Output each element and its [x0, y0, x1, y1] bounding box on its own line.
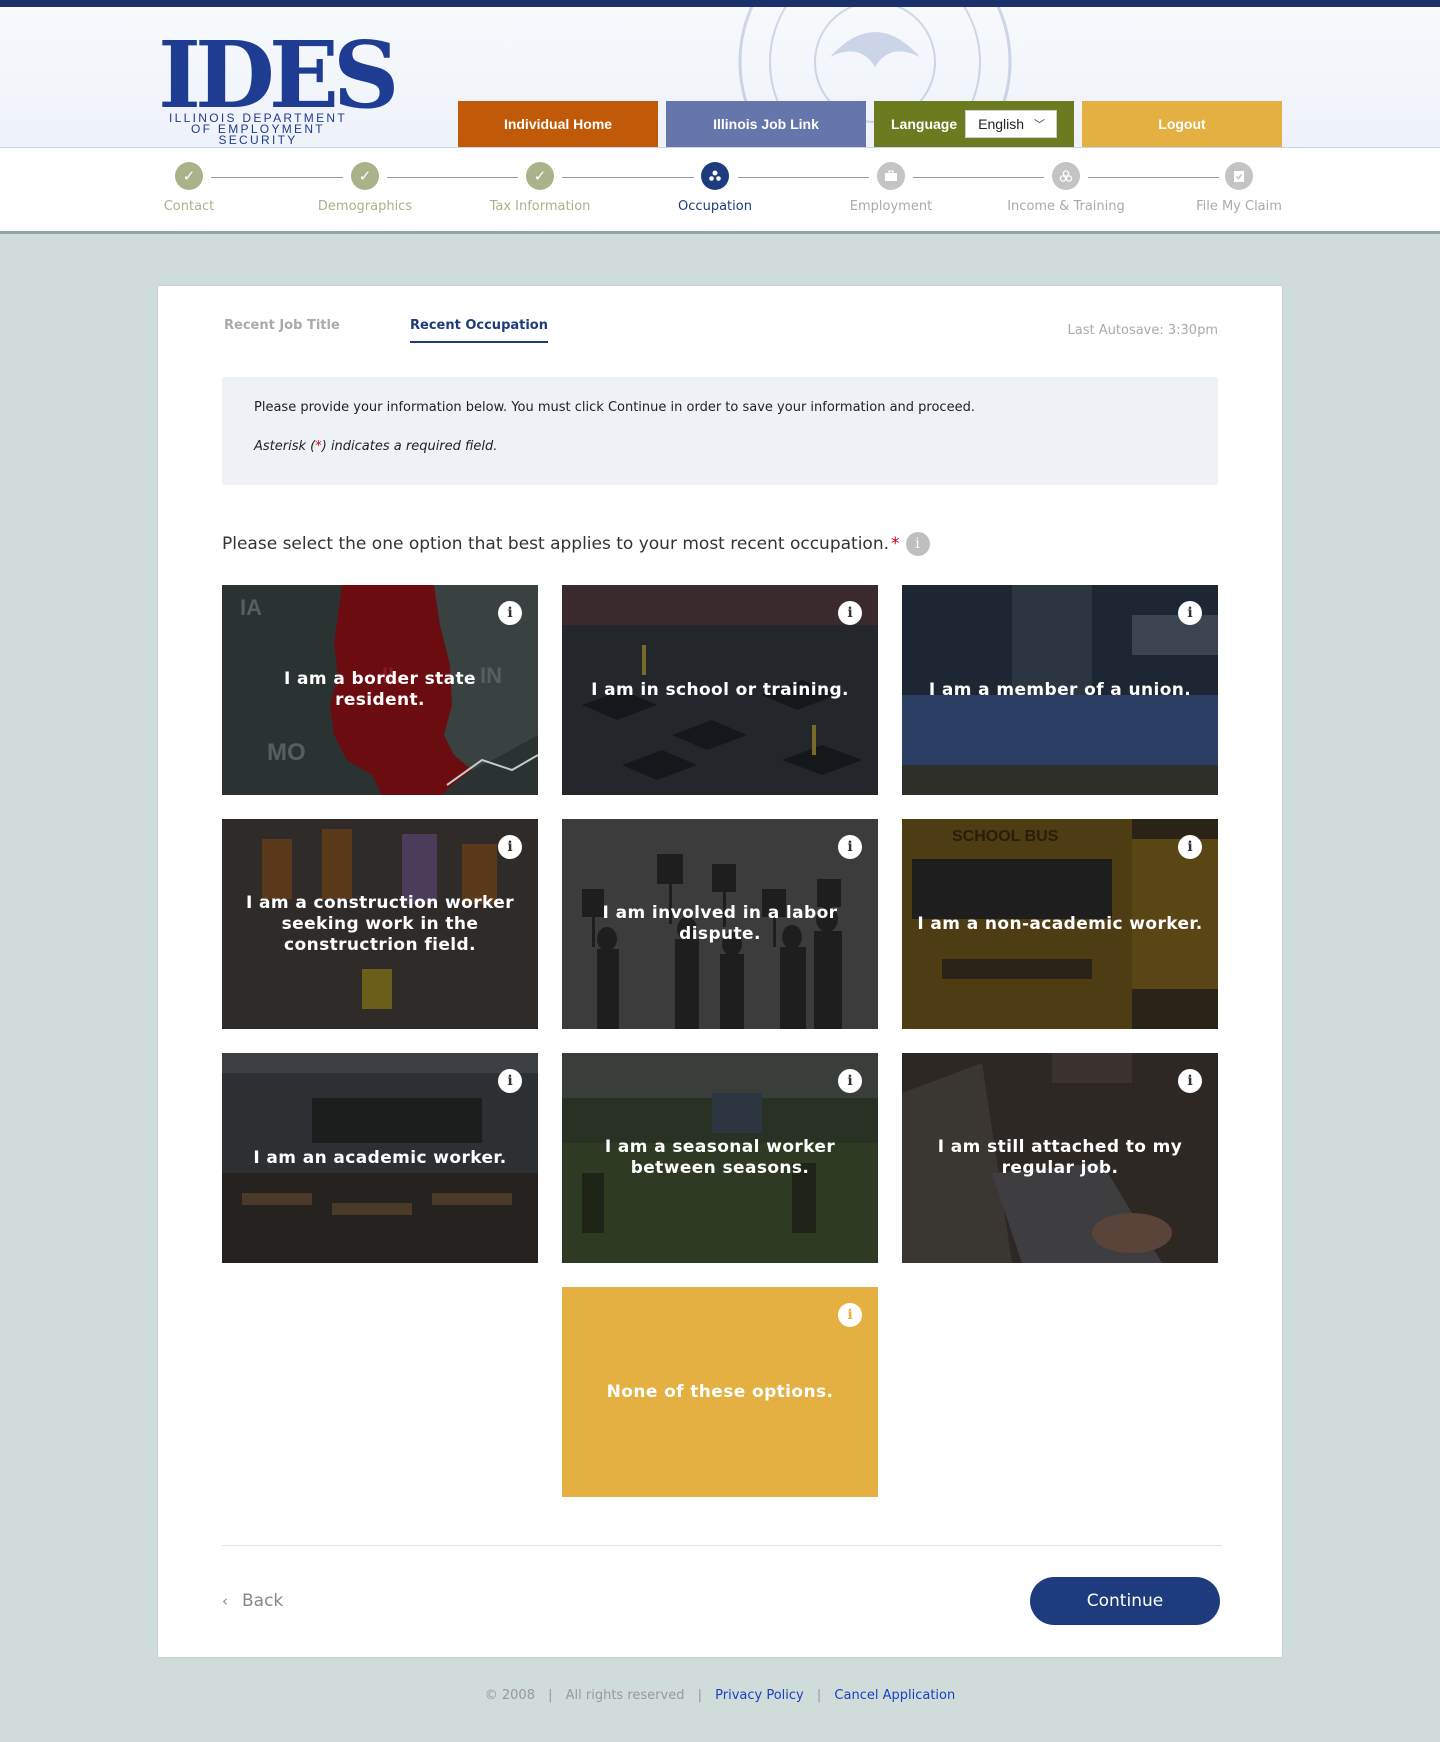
check-icon: ✓ [351, 162, 379, 190]
tab-recent-occupation[interactable]: Recent Occupation [410, 318, 548, 343]
option-labor-dispute[interactable]: i I am involved in a labor dispute. [562, 819, 878, 1029]
step-employment[interactable]: Employment [811, 162, 971, 214]
footer-separator: | [816, 1688, 822, 1703]
language-label: Language [891, 116, 958, 132]
option-label: I am a construction worker seeking work … [246, 892, 514, 955]
footer-separator: | [548, 1688, 553, 1703]
option-label: I am still attached to my regular job. [937, 1137, 1183, 1178]
step-label: Occupation [678, 199, 752, 214]
step-tax-information[interactable]: ✓ Tax Information [460, 162, 620, 214]
site-header: IDES ILLINOIS DEPARTMENT OF EMPLOYMENT S… [0, 7, 1440, 148]
info-icon[interactable]: i [498, 835, 522, 859]
privacy-policy-link[interactable]: Privacy Policy [715, 1688, 804, 1703]
cancel-application-link[interactable]: Cancel Application [834, 1688, 955, 1703]
required-note-suffix: ) indicates a required field. [321, 439, 498, 454]
option-union-member[interactable]: i I am a member of a union. [902, 585, 1218, 795]
rights-text: All rights reserved [565, 1688, 685, 1703]
step-label: Tax Information [489, 199, 591, 214]
chevron-down-icon: ﹀ [1034, 119, 1046, 131]
option-construction-worker[interactable]: i I am a construction worker seeking wor… [222, 819, 538, 1029]
info-icon[interactable]: i [1178, 601, 1202, 625]
step-label: Employment [849, 199, 933, 214]
back-button[interactable]: ‹ Back [222, 1591, 283, 1611]
continue-button[interactable]: Continue [1030, 1577, 1220, 1625]
step-label: Contact [163, 199, 215, 214]
info-icon[interactable]: i [1178, 1069, 1202, 1093]
option-attached-to-job[interactable]: i I am still attached to my regular job. [902, 1053, 1218, 1263]
logout-button[interactable]: Logout [1082, 101, 1282, 147]
step-occupation[interactable]: Occupation [635, 162, 795, 214]
individual-home-button[interactable]: Individual Home [458, 101, 658, 147]
option-label: I am involved in a labor dispute. [602, 903, 838, 944]
instructions-notice: Please provide your information below. Y… [222, 377, 1218, 485]
step-demographics[interactable]: ✓ Demographics [285, 162, 445, 214]
required-note-prefix: Asterisk ( [254, 439, 316, 454]
top-accent-bar [0, 0, 1440, 7]
language-dropdown[interactable]: English ﹀ [965, 110, 1058, 138]
occupation-question: Please select the one option that best a… [222, 532, 930, 556]
info-icon[interactable]: i [838, 601, 862, 625]
option-border-state-resident[interactable]: IA IL IN MO i I am a border state reside… [222, 585, 538, 795]
option-label: I am an academic worker. [253, 1147, 507, 1168]
briefcase-icon [877, 162, 905, 190]
option-school-training[interactable]: i I am in school or training. [562, 585, 878, 795]
required-field-note: Asterisk (*) indicates a required field. [254, 439, 1186, 454]
coins-icon [1052, 162, 1080, 190]
occupation-card: Recent Job Title Recent Occupation Last … [157, 285, 1283, 1658]
footer-separator: | [697, 1688, 702, 1703]
info-icon[interactable]: i [905, 532, 930, 556]
clipboard-icon [1225, 162, 1253, 190]
instructions-text: Please provide your information below. Y… [254, 400, 975, 415]
people-icon [701, 162, 729, 190]
option-label: I am a non-academic worker. [917, 913, 1203, 934]
tab-recent-job-title[interactable]: Recent Job Title [224, 318, 340, 333]
map-label-mo: MO [267, 739, 306, 766]
autosave-status: Last Autosave: 3:30pm [1067, 323, 1218, 338]
step-label: File My Claim [1196, 199, 1282, 214]
logo-subtitle: ILLINOIS DEPARTMENT OF EMPLOYMENT SECURI… [169, 111, 347, 147]
option-label: I am a border state resident. [284, 669, 476, 710]
info-icon[interactable]: i [838, 835, 862, 859]
info-icon[interactable]: i [498, 1069, 522, 1093]
bus-sign-text: SCHOOL BUS [952, 828, 1059, 845]
step-income-training[interactable]: Income & Training [986, 162, 1146, 214]
check-icon: ✓ [175, 162, 203, 190]
step-contact[interactable]: ✓ Contact [109, 162, 269, 214]
option-seasonal-worker[interactable]: i I am a seasonal worker between seasons… [562, 1053, 878, 1263]
divider [222, 1545, 1222, 1546]
option-label: None of these options. [606, 1381, 834, 1402]
info-icon[interactable]: i [498, 601, 522, 625]
illinois-job-link-button[interactable]: Illinois Job Link [666, 101, 866, 147]
info-icon[interactable]: i [838, 1303, 862, 1327]
option-label: I am in school or training. [591, 679, 849, 700]
chevron-left-icon: ‹ [222, 1592, 228, 1610]
question-text: Please select the one option that best a… [222, 534, 890, 554]
step-label: Income & Training [1007, 199, 1125, 214]
info-icon[interactable]: i [838, 1069, 862, 1093]
back-label: Back [242, 1591, 284, 1611]
language-selector: Language English ﹀ [874, 101, 1074, 147]
ides-logo[interactable]: IDES ILLINOIS DEPARTMENT OF EMPLOYMENT S… [158, 29, 399, 147]
option-non-academic-worker[interactable]: SCHOOL BUS i I am a non-academic worker. [902, 819, 1218, 1029]
step-file-my-claim[interactable]: File My Claim [1159, 162, 1319, 214]
logo-letters: IDES [158, 21, 399, 129]
option-label: I am a member of a union. [928, 679, 1192, 700]
page-footer: © 2008 | All rights reserved | Privacy P… [0, 1688, 1440, 1703]
option-academic-worker[interactable]: i I am an academic worker. [222, 1053, 538, 1263]
option-none-of-these[interactable]: i None of these options. [562, 1287, 878, 1497]
language-value: English [978, 116, 1025, 132]
copyright-text: © 2008 [484, 1688, 535, 1703]
progress-stepper: ✓ Contact ✓ Demographics ✓ Tax Informati… [0, 148, 1440, 234]
info-icon[interactable]: i [1178, 835, 1202, 859]
map-label-ia: IA [240, 595, 262, 620]
step-label: Demographics [317, 199, 413, 214]
check-icon: ✓ [526, 162, 554, 190]
option-label: I am a seasonal worker between seasons. [604, 1137, 836, 1178]
required-asterisk: * [891, 534, 900, 554]
